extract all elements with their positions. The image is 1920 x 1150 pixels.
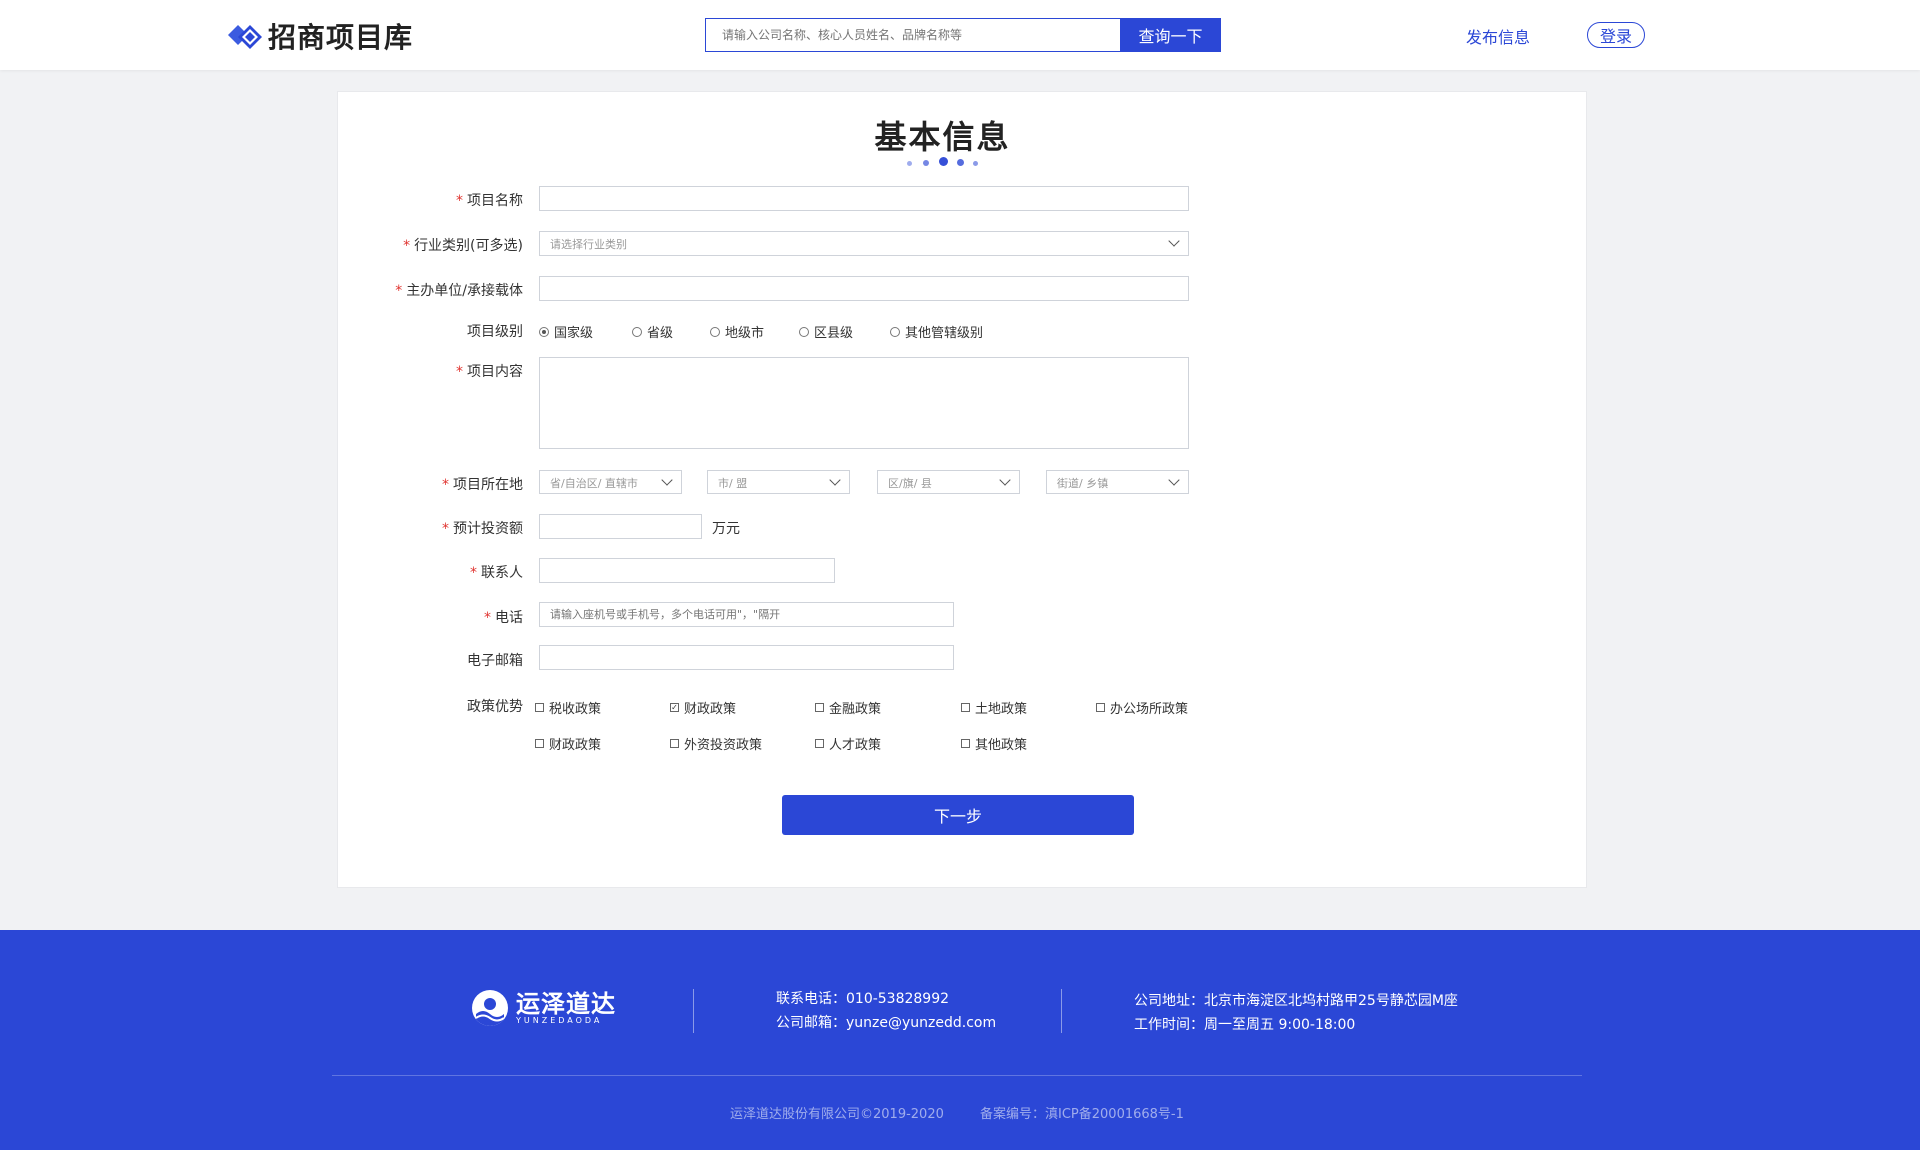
city-select[interactable]: 市/ 盟 [707,470,850,494]
policy-check-fiscal[interactable]: ✓ 财政政策 [670,698,736,717]
email-label: 电子邮箱 [467,653,523,669]
email-input[interactable] [540,646,953,669]
chevron-down-icon [829,474,841,486]
radio-icon [632,326,642,337]
policy-check-finance[interactable]: 金融政策 [815,698,881,717]
checkbox-icon [535,739,544,748]
checkbox-icon [815,703,824,712]
phone-label: * 电话 [484,610,523,626]
province-select[interactable]: 省/自治区/ 直辖市 [539,470,682,494]
footer-copyright: 运泽道达股份有限公司©2019-2020 [730,1107,944,1122]
footer-logo-text: 运泽道达 [516,989,616,1018]
login-button[interactable]: 登录 [1587,22,1645,48]
search-button[interactable]: 查询一下 [1120,18,1221,52]
policy-check-foreign[interactable]: 外资投资政策 [670,734,762,753]
industry-select-placeholder: 请选择行业类别 [550,238,627,251]
title-dots-decoration [905,156,985,168]
radio-checked-icon [539,326,549,337]
footer-separator [332,1075,1582,1076]
investment-unit: 万元 [712,521,740,537]
phone-field [539,602,954,627]
industry-select[interactable]: 请选择行业类别 [539,231,1189,256]
industry-label: * 行业类别(可多选) [403,238,523,254]
host-unit-label: * 主办单位/承接载体 [395,283,523,299]
radio-icon [890,326,900,337]
chevron-down-icon [661,474,673,486]
chevron-down-icon [999,474,1011,486]
level-radio-county[interactable]: 区县级 [799,322,853,341]
investment-field [539,514,702,539]
checkbox-checked-icon: ✓ [670,703,679,712]
street-select[interactable]: 街道/ 乡镇 [1046,470,1189,494]
contact-label: * 联系人 [470,565,523,581]
phone-input[interactable] [540,603,953,626]
checkbox-icon [815,739,824,748]
level-radio-province[interactable]: 省级 [632,322,673,341]
contact-field [539,558,835,583]
host-unit-input[interactable] [540,277,1188,300]
footer-divider [693,989,694,1033]
next-step-button[interactable]: 下一步 [782,795,1134,835]
site-footer: 运泽道达 YUNZEDAODA 联系电话：010-53828992 公司邮箱：y… [0,930,1920,1150]
footer-logo: 运泽道达 YUNZEDAODA [472,990,616,1026]
project-name-field [539,186,1189,211]
level-radio-other[interactable]: 其他管辖级别 [890,322,983,341]
policy-check-talent[interactable]: 人才政策 [815,734,881,753]
footer-phone: 联系电话：010-53828992 [776,991,950,1007]
policy-check-office[interactable]: 办公场所政策 [1096,698,1188,717]
logo-icon [228,25,262,49]
search-box [705,18,1121,52]
checkbox-icon [535,703,544,712]
level-label: 项目级别 [467,324,523,340]
publish-info-link[interactable]: 发布信息 [1466,24,1530,48]
policy-check-fiscal-2[interactable]: 财政政策 [535,734,601,753]
site-logo[interactable]: 招商项目库 [226,16,413,56]
investment-label: * 预计投资额 [442,521,523,537]
policy-label: 政策优势 [467,699,523,715]
content-label: * 项目内容 [456,364,523,380]
footer-hours: 工作时间：周一至周五 9:00-18:00 [1134,1017,1356,1033]
footer-logo-icon [472,990,508,1026]
footer-logo-subtext: YUNZEDAODA [516,1015,603,1025]
level-radio-city[interactable]: 地级市 [710,322,764,341]
email-field [539,645,954,670]
project-name-label: * 项目名称 [456,193,523,209]
form-title: 基本信息 [874,118,1011,156]
checkbox-icon [670,739,679,748]
checkbox-icon [1096,703,1105,712]
footer-divider [1061,989,1062,1033]
contact-input[interactable] [540,559,834,582]
radio-icon [799,326,809,337]
chevron-down-icon [1168,474,1180,486]
content-textarea[interactable] [540,358,1188,448]
level-radio-national[interactable]: 国家级 [539,322,593,341]
policy-check-tax[interactable]: 税收政策 [535,698,601,717]
chevron-down-icon [1168,235,1180,247]
content-field [539,357,1189,449]
policy-check-other[interactable]: 其他政策 [961,734,1027,753]
checkbox-icon [961,703,970,712]
location-label: * 项目所在地 [442,477,523,493]
radio-icon [710,326,720,337]
checkbox-icon [961,739,970,748]
footer-address: 公司地址：北京市海淀区北坞村路甲25号静芯园M座 [1134,993,1458,1009]
investment-input[interactable] [540,515,701,538]
footer-icp: 备案编号：滇ICP备20001668号-1 [980,1107,1184,1122]
search-input[interactable] [706,19,1119,50]
district-select[interactable]: 区/旗/ 县 [877,470,1020,494]
footer-email: 公司邮箱：yunze@yunzedd.com [776,1015,997,1031]
logo-text: 招商项目库 [268,21,414,54]
policy-check-land[interactable]: 土地政策 [961,698,1027,717]
project-name-input[interactable] [540,187,1188,210]
host-unit-field [539,276,1189,301]
top-header: 招商项目库 查询一下 发布信息 登录 [0,0,1920,70]
